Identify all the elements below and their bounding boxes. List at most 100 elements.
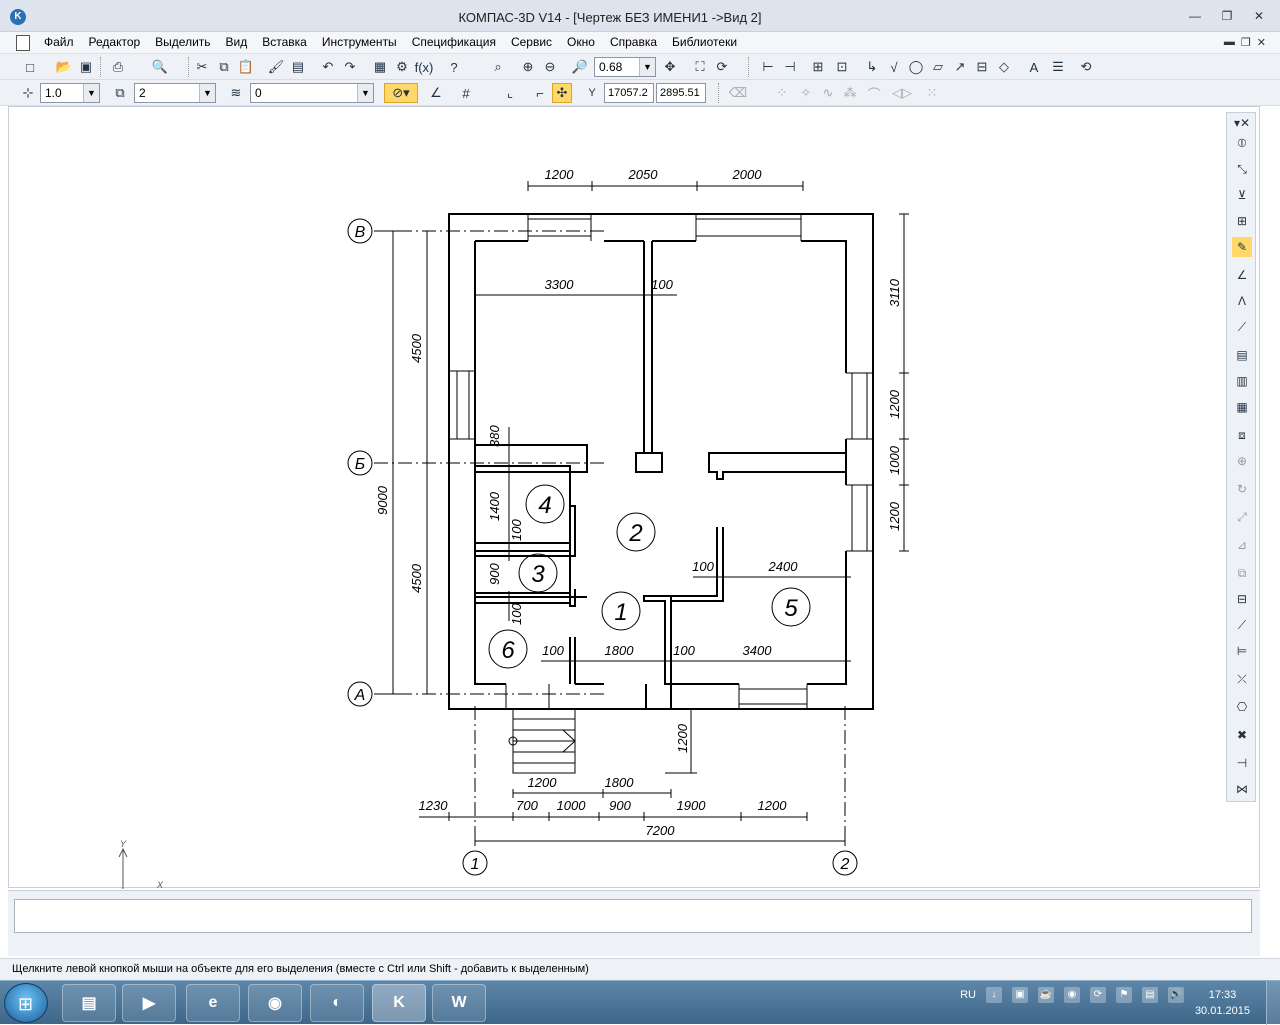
layer-combo[interactable]: 2 ▼ <box>134 83 216 103</box>
leader-icon[interactable]: ↳ <box>862 57 882 77</box>
hatch-icon[interactable]: ⁂ <box>840 83 860 103</box>
base-icon[interactable]: ▱ <box>928 57 948 77</box>
pan-icon[interactable]: ✥ <box>660 57 680 77</box>
cut-icon[interactable]: ✂ <box>192 57 212 77</box>
tech-requirements-icon[interactable]: ☰ <box>1048 57 1068 77</box>
equidistant-icon[interactable]: ⋈ <box>1232 779 1252 799</box>
redo-icon[interactable]: ↷ <box>340 57 360 77</box>
properties-icon[interactable]: ▤ <box>288 57 308 77</box>
doc-close-button[interactable]: ✕ <box>1257 36 1266 49</box>
insert-icon[interactable]: ⧈ <box>1232 425 1252 445</box>
sync-icon[interactable]: ⟳ <box>1090 987 1106 1003</box>
diamond-icon[interactable]: ◇ <box>994 57 1014 77</box>
split-icon[interactable]: ⊨ <box>1232 641 1252 661</box>
zoom-window-icon[interactable]: ⌕ <box>488 57 508 77</box>
show-all-icon[interactable]: ⛶ <box>690 57 710 77</box>
word-icon[interactable]: W <box>432 984 486 1022</box>
panel-close-icon[interactable]: ▾✕ <box>1232 113 1252 133</box>
menu-file[interactable]: Файл <box>44 35 74 49</box>
function-icon[interactable]: f(x) <box>414 57 434 77</box>
minimize-button[interactable]: — <box>1186 8 1204 24</box>
views-icon[interactable]: ▤ <box>1232 345 1252 365</box>
roughness-icon[interactable]: √ <box>884 57 904 77</box>
rotate-icon[interactable]: ↻ <box>1232 479 1252 499</box>
view-arrow-icon[interactable]: ↗ <box>950 57 970 77</box>
geometry-icon[interactable]: ⦶ <box>1232 133 1252 153</box>
document-icon[interactable] <box>16 35 30 51</box>
scale-combo[interactable]: 1.0 ▼ <box>40 83 100 103</box>
scale-icon[interactable]: ⤢ <box>1232 507 1252 527</box>
undo-icon[interactable]: ↶ <box>318 57 338 77</box>
trim-icon[interactable]: ⟋ <box>1232 615 1252 635</box>
media-player-icon[interactable]: ▶ <box>122 984 176 1022</box>
open-folder-icon[interactable]: 📂 <box>54 57 74 77</box>
chevron-down-icon[interactable]: ▼ <box>357 84 373 102</box>
deform-icon[interactable]: ⊟ <box>1232 589 1252 609</box>
format-painter-icon[interactable]: 🖌 <box>266 57 286 77</box>
reports-icon[interactable]: ▦ <box>1232 397 1252 417</box>
menu-help[interactable]: Справка <box>610 35 657 49</box>
points-icon[interactable]: ⁘ <box>772 83 792 103</box>
group-icon[interactable]: ⁙ <box>922 83 942 103</box>
style-icon[interactable]: ≋ <box>226 83 246 103</box>
red-app-icon[interactable]: ◐ <box>310 984 364 1022</box>
grid-icon[interactable]: # <box>456 83 476 103</box>
edit-icon[interactable]: ✎ <box>1232 237 1252 257</box>
chevron-down-icon[interactable]: ▼ <box>83 84 99 102</box>
zoom-out-icon[interactable]: ⊖ <box>540 57 560 77</box>
drawing-canvas[interactable]: 1200 2050 2000 3300 100 380 1400 100 900… <box>8 106 1260 890</box>
parametrization-icon[interactable]: ∠ <box>1232 265 1252 285</box>
ortho-icon[interactable]: ⌐ <box>530 83 550 103</box>
maximize-button[interactable]: ❐ <box>1218 8 1236 24</box>
table-icon[interactable]: ⊞ <box>808 57 828 77</box>
coord-y-field[interactable]: 2895.51 <box>656 83 706 103</box>
download-icon[interactable]: ↓ <box>986 987 1002 1003</box>
chevron-down-icon[interactable]: ▼ <box>199 84 215 102</box>
curve-icon[interactable]: ∿ <box>818 83 838 103</box>
chevron-down-icon[interactable]: ▼ <box>639 58 655 76</box>
dimension-icon[interactable]: ⊢ <box>758 57 778 77</box>
kompas-icon[interactable]: K <box>372 984 426 1022</box>
print-preview-icon[interactable]: 🔍 <box>150 57 170 77</box>
menu-window[interactable]: Окно <box>567 35 595 49</box>
clock[interactable]: 17:33 30.01.2015 <box>1195 987 1250 1019</box>
menu-view[interactable]: Вид <box>226 35 248 49</box>
save-icon[interactable]: ▣ <box>76 57 96 77</box>
doc-minimize-button[interactable]: ▬ <box>1224 36 1235 49</box>
copy-objects-icon[interactable]: ⧉ <box>1232 563 1252 583</box>
designations-icon[interactable]: ⊻ <box>1232 185 1252 205</box>
chrome-icon[interactable]: ◉ <box>248 984 302 1022</box>
menu-libraries[interactable]: Библиотеки <box>672 35 737 49</box>
mirror-icon[interactable]: ◁▷ <box>892 83 912 103</box>
menu-tools[interactable]: Инструменты <box>322 35 397 49</box>
circle-node-icon[interactable]: ◯ <box>906 57 926 77</box>
dimension-chain-icon[interactable]: ⊣ <box>780 57 800 77</box>
internet-explorer-icon[interactable]: e <box>186 984 240 1022</box>
menu-insert[interactable]: Вставка <box>262 35 307 49</box>
doc-restore-button[interactable]: ❐ <box>1241 36 1251 49</box>
nodes-icon[interactable]: ✧ <box>796 83 816 103</box>
print-icon[interactable]: ⎙ <box>108 57 128 77</box>
copy-icon[interactable]: ⧉ <box>214 57 234 77</box>
start-button[interactable]: ⊞ <box>4 983 48 1023</box>
menu-specification[interactable]: Спецификация <box>412 35 496 49</box>
menu-select[interactable]: Выделить <box>155 35 210 49</box>
show-desktop-button[interactable] <box>1266 981 1280 1025</box>
folder-icon[interactable]: ▤ <box>62 984 116 1022</box>
snap-angle-icon[interactable]: ∠ <box>426 83 446 103</box>
variables-icon[interactable]: ⚙ <box>392 57 412 77</box>
view-state-icon[interactable]: ⊹ <box>18 83 38 103</box>
move-icon[interactable]: ⊕ <box>1232 451 1252 471</box>
color-icon[interactable]: ⊘▾ <box>384 83 418 103</box>
zoom-in-icon[interactable]: ⊕ <box>518 57 538 77</box>
menu-service[interactable]: Сервис <box>511 35 552 49</box>
tray-app-icon[interactable]: ▣ <box>1012 987 1028 1003</box>
align-icon[interactable]: ⊣ <box>1232 753 1252 773</box>
flag-icon[interactable]: ⚑ <box>1116 987 1132 1003</box>
fillet-icon[interactable]: ⎔ <box>1232 697 1252 717</box>
network-icon[interactable]: ▤ <box>1142 987 1158 1003</box>
command-input[interactable] <box>14 899 1252 933</box>
insert-fragment-icon[interactable]: ⊡ <box>832 57 852 77</box>
symmetry-icon[interactable]: ⊿ <box>1232 535 1252 555</box>
refresh-view-icon[interactable]: ⟳ <box>712 57 732 77</box>
